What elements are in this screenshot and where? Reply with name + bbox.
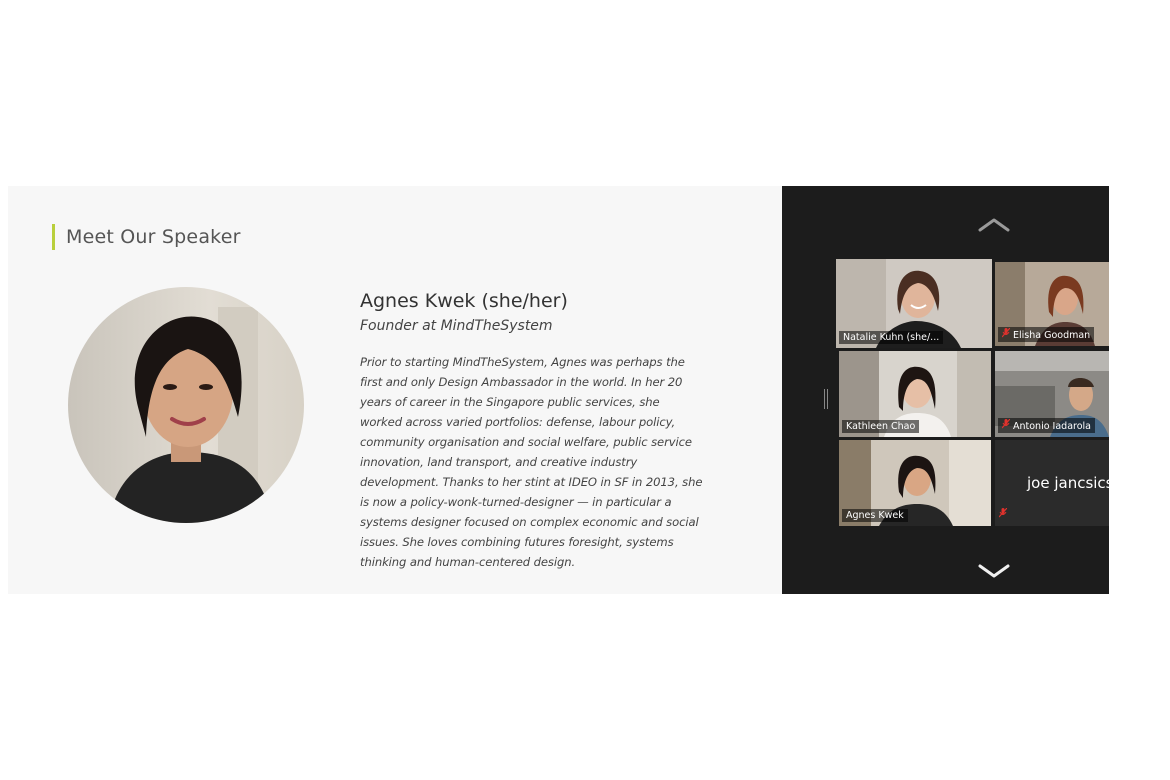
heading-accent-bar — [52, 224, 55, 250]
participant-name-tag: Antonio Iadarola — [998, 418, 1095, 433]
participant-name-tag: Elisha Goodman — [998, 327, 1095, 342]
microphone-muted-icon — [998, 503, 1008, 522]
speaker-bio: Prior to starting MindTheSystem, Agnes w… — [360, 355, 703, 569]
speaker-name: Agnes Kwek (she/her) — [360, 290, 568, 312]
participant-name-tag: Agnes Kwek — [842, 509, 908, 522]
participant-tile-kathleen[interactable]: Kathleen Chao — [839, 351, 991, 437]
panel-resize-handle[interactable] — [824, 389, 828, 409]
participant-tile-agnes[interactable]: Agnes Kwek — [839, 440, 991, 526]
speaker-portrait — [68, 287, 304, 523]
participant-name-tag: Natalie Kuhn (she/... — [839, 331, 944, 344]
participant-tile-natalie[interactable]: Natalie Kuhn (she/... — [836, 259, 992, 348]
presentation-slide: Meet Our Speaker Agnes Kwek (she/her) Fo… — [8, 186, 782, 594]
participant-tile-antonio[interactable]: Antonio Iadarola — [995, 351, 1109, 437]
chevron-up-icon[interactable] — [976, 214, 1012, 234]
microphone-muted-icon — [1001, 418, 1011, 432]
slide-heading: Meet Our Speaker — [66, 226, 241, 248]
participant-name-tag: Kathleen Chao — [842, 420, 920, 433]
speaker-role: Founder at MindTheSystem — [360, 318, 553, 334]
participant-tile-joe[interactable]: joe jancsics — [995, 440, 1109, 526]
microphone-muted-icon — [1001, 327, 1011, 341]
participant-tile-elisha[interactable]: Elisha Goodman — [995, 262, 1109, 346]
chevron-down-icon[interactable] — [976, 562, 1012, 582]
video-gallery-panel: Natalie Kuhn (she/... Elisha Goodman Kat… — [782, 186, 1109, 594]
participant-name-display: joe jancsics — [1027, 474, 1109, 492]
